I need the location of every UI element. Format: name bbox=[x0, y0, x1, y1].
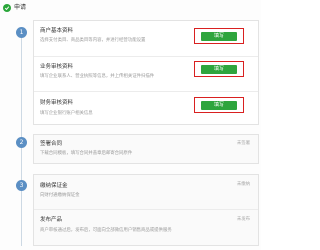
row-title: 财务审核资料 bbox=[40, 100, 74, 106]
row-finance-review: 财务审核资料 填写企业银行账户相关信息 填写 bbox=[34, 91, 258, 125]
status-label: 未发布 bbox=[236, 217, 250, 222]
page-header: 申请 bbox=[3, 3, 26, 13]
fill-button[interactable]: 填写 bbox=[201, 100, 237, 110]
highlight-box: 填写 bbox=[194, 61, 244, 77]
row-deposit: 缴纳保证金 向财付通缴纳保证金 未缴纳 bbox=[34, 175, 258, 209]
row-title: 商户基本资料 bbox=[40, 28, 74, 34]
status-label: 未签署 bbox=[236, 141, 250, 146]
row-title: 缴纳保证金 bbox=[40, 183, 68, 189]
highlight-box: 填写 bbox=[194, 28, 244, 44]
highlight-box: 填写 bbox=[194, 97, 244, 113]
row-description: 下载合同模板，填写合同并盖章后邮寄合同原件 bbox=[40, 151, 133, 156]
fill-button[interactable]: 填写 bbox=[201, 64, 237, 74]
row-title: 业务审核资料 bbox=[40, 64, 74, 70]
step-badge-1: 1 bbox=[16, 27, 27, 38]
row-description: 选择支付类目、商品类目等内容，并进行经营功能设置 bbox=[40, 38, 146, 43]
row-title: 发布产品 bbox=[40, 217, 63, 223]
row-description: 向财付通缴纳保证金 bbox=[40, 193, 80, 198]
step-badge-3: 3 bbox=[16, 180, 27, 191]
section-deposit-publish: 缴纳保证金 向财付通缴纳保证金 未缴纳 发布产品 商户审核通过后，发布后，可面向… bbox=[33, 174, 259, 246]
step-badge-2: 2 bbox=[16, 137, 27, 148]
row-title: 签署合同 bbox=[40, 141, 63, 147]
page-title: 申请 bbox=[14, 4, 27, 11]
status-label: 未缴纳 bbox=[236, 182, 250, 187]
row-description: 填写企业联系人、营业执照等信息，并上传相关证件扫描件 bbox=[40, 74, 155, 79]
application-page: 申请 1 2 3 商户基本资料 选择支付类目、商品类目等内容，并进行经营功能设置… bbox=[0, 0, 261, 250]
check-icon bbox=[3, 4, 11, 12]
row-description: 填写企业银行账户相关信息 bbox=[40, 111, 93, 116]
row-publish: 发布产品 商户审核通过后，发布后，可面向全部微信用户销售商品或提供服务 未发布 bbox=[34, 209, 258, 245]
row-description: 商户审核通过后，发布后，可面向全部微信用户销售商品或提供服务 bbox=[40, 228, 172, 233]
row-merchant-basic: 商户基本资料 选择支付类目、商品类目等内容，并进行经营功能设置 填写 bbox=[34, 21, 258, 56]
fill-button[interactable]: 填写 bbox=[201, 31, 237, 41]
row-business-review: 业务审核资料 填写企业联系人、营业执照等信息，并上传相关证件扫描件 填写 bbox=[34, 56, 258, 91]
section-basic-info: 商户基本资料 选择支付类目、商品类目等内容，并进行经营功能设置 填写 业务审核资… bbox=[33, 20, 259, 125]
section-contract: 签署合同 下载合同模板，填写合同并盖章后邮寄合同原件 未签署 bbox=[33, 134, 259, 164]
